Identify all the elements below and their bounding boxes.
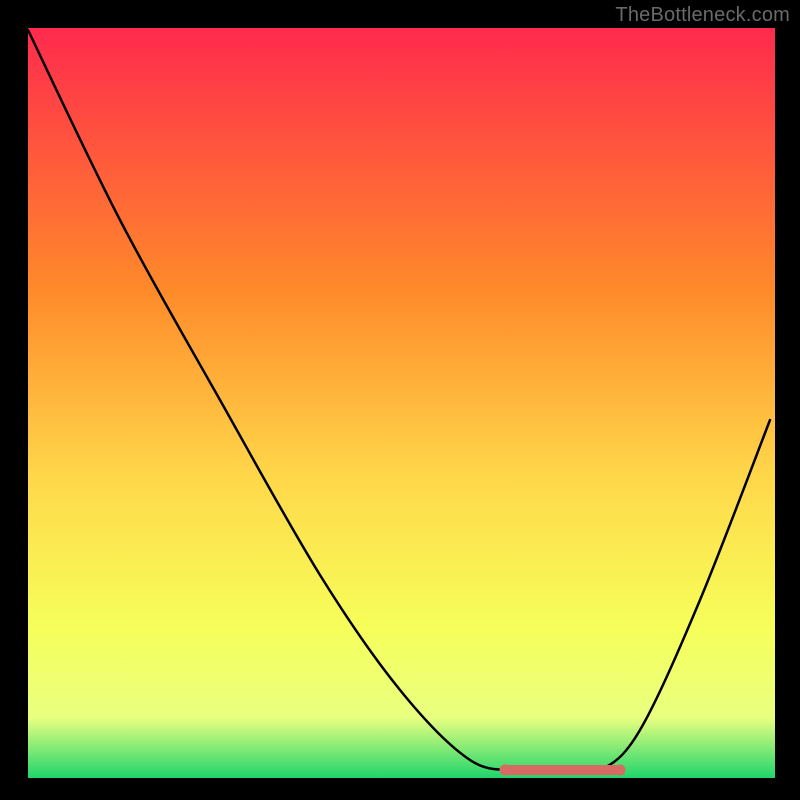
optimal-range-end-right: [615, 765, 626, 776]
optimal-range-end-left: [500, 765, 511, 776]
bottleneck-chart: [0, 0, 800, 800]
chart-stage: TheBottleneck.com: [0, 0, 800, 800]
watermark-text: TheBottleneck.com: [615, 4, 790, 27]
gradient-background: [28, 28, 775, 778]
